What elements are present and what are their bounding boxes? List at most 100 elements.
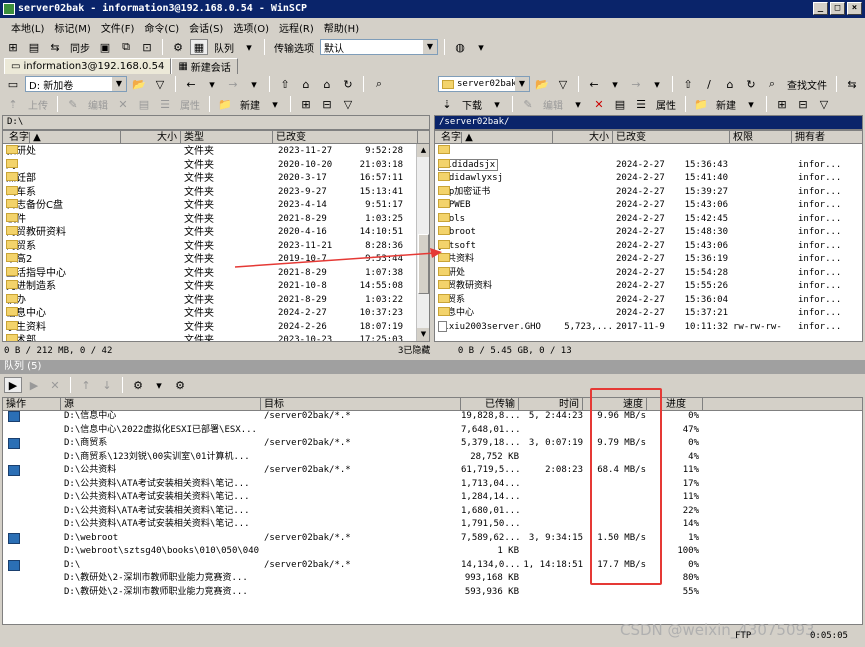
select-all-icon[interactable]: ⊞ bbox=[297, 96, 315, 112]
chevron-down-icon[interactable]: ▾ bbox=[606, 76, 624, 92]
properties-button[interactable]: 属性 bbox=[177, 97, 203, 112]
local-file-list[interactable]: 名字 ▲ 大小 类型 已改变 教研处文件夹2023-11-279:52:28刘文… bbox=[2, 130, 430, 342]
table-row[interactable]: ftp加密证书 2024-2-27 15:39:27 infor... bbox=[435, 185, 862, 200]
table-row[interactable]: yntsoft 2024-2-27 15:43:06 infor... bbox=[435, 239, 862, 254]
table-row[interactable]: 校办文件夹2021-8-291:03:22 bbox=[3, 293, 429, 308]
add-session-icon[interactable]: ⊞ bbox=[4, 39, 22, 55]
chevron-down-icon[interactable]: ▾ bbox=[472, 39, 490, 55]
queue-row[interactable]: D:\ /server02bak/*.* 14,134,0... 1, 14:18:5… bbox=[3, 559, 862, 573]
delete-icon[interactable]: ✕ bbox=[114, 96, 132, 112]
col-name[interactable]: 名字 ▲ bbox=[3, 131, 121, 144]
home-icon[interactable]: ⌂ bbox=[721, 76, 739, 92]
table-row[interactable]: 学生资料 文件夹 2024-2-26 18:07:19 bbox=[3, 320, 429, 335]
chevron-down-icon[interactable]: ▾ bbox=[266, 96, 284, 112]
menu-mark[interactable]: 标记(M) bbox=[49, 20, 95, 35]
table-row[interactable]: tools 2024-2-27 15:42:45 infor... bbox=[435, 212, 862, 227]
table-row[interactable]: webroot 2024-2-27 15:48:30 infor... bbox=[435, 226, 862, 240]
table-row[interactable]: 商贸教研资料 文件夹 2020-4-16 14:10:51 bbox=[3, 226, 429, 240]
chevron-down-icon[interactable]: ▾ bbox=[488, 96, 506, 112]
new-folder-icon[interactable]: 📁 bbox=[216, 96, 234, 112]
remote-file-list[interactable]: 名字 ▲ 大小 已改变 权限 拥有者 ..dididadsjx2024-2-27… bbox=[434, 130, 863, 342]
queue-row[interactable]: D:\信息中心/server02bak/*.* 19,828,8... 5, 2:4… bbox=[3, 410, 862, 424]
queue-row[interactable]: D:\webroot\sztsg40\books\010\050\040... 1… bbox=[3, 545, 862, 559]
filter-icon[interactable]: ▽ bbox=[554, 76, 572, 92]
queue-down-icon[interactable]: ↓ bbox=[98, 377, 116, 393]
root-dir-icon[interactable]: / bbox=[700, 76, 718, 92]
col-owner[interactable]: 拥有者 bbox=[792, 131, 862, 144]
new-button[interactable]: 新建 bbox=[713, 97, 739, 112]
find-files-icon[interactable]: ⌕ bbox=[370, 76, 388, 92]
table-row[interactable]: 信息中心 2024-2-27 15:37:21 infor... bbox=[435, 307, 862, 321]
refresh-icon[interactable]: ↻ bbox=[339, 76, 357, 92]
queue-row[interactable]: D:\公共资料\ATA考试安装相关资料\笔记... 1,284,14... 11% bbox=[3, 491, 862, 505]
queue-row[interactable]: D:\教研处\2-深圳市教师职业能力竞赛资... 993,168 KB 80% bbox=[3, 572, 862, 586]
queue-play-icon[interactable]: ▶ bbox=[25, 377, 43, 393]
table-row[interactable]: .. bbox=[435, 145, 862, 159]
menu-options[interactable]: 选项(O) bbox=[228, 20, 274, 35]
forward-icon[interactable]: → bbox=[627, 76, 645, 92]
queue-execute-icon[interactable]: ▶ bbox=[4, 377, 22, 393]
filter-icon[interactable]: ▽ bbox=[339, 96, 357, 112]
explore-icon[interactable]: ▤ bbox=[25, 39, 43, 55]
gear-icon[interactable]: ⚙ bbox=[171, 377, 189, 393]
select-all-icon[interactable]: ⊞ bbox=[773, 96, 791, 112]
download-icon[interactable]: ⇣ bbox=[438, 96, 456, 112]
scroll-down-icon[interactable]: ▼ bbox=[417, 328, 429, 341]
chevron-down-icon[interactable]: ▾ bbox=[203, 76, 221, 92]
queue-row[interactable]: D:\信息中心\2022虚拟化ESXI已部署\ESX... 7,648,01...… bbox=[3, 424, 862, 438]
back-icon[interactable]: ← bbox=[182, 76, 200, 92]
table-row[interactable]: 软件文件夹2021-8-291:03:25 bbox=[3, 212, 429, 227]
remote-folder-select[interactable]: server02bak ▼ bbox=[438, 76, 530, 92]
tab-new-session[interactable]: ▦ 新建会话 bbox=[171, 58, 238, 74]
table-row[interactable]: 汽车系 文件夹 2023-9-27 15:13:41 bbox=[3, 185, 429, 200]
minimize-button[interactable]: _ bbox=[813, 2, 828, 15]
menu-remote[interactable]: 远程(R) bbox=[274, 20, 319, 35]
queue-row[interactable]: D:\公共资料/server02bak/*.* 61,719,5... 2:08:2… bbox=[3, 464, 862, 478]
edit-button[interactable]: 编辑 bbox=[540, 97, 566, 112]
menu-command[interactable]: 命令(C) bbox=[139, 20, 184, 35]
chevron-down-icon[interactable]: ▾ bbox=[648, 76, 666, 92]
parent-dir-icon[interactable]: ⇧ bbox=[276, 76, 294, 92]
new-folder-icon[interactable]: 📁 bbox=[692, 96, 710, 112]
filter-icon[interactable]: ▽ bbox=[151, 76, 169, 92]
properties-icon[interactable]: ☰ bbox=[156, 96, 174, 112]
queue-settings-icon[interactable]: ⚙ bbox=[129, 377, 147, 393]
delete-icon[interactable]: ✕ bbox=[590, 96, 608, 112]
deselect-icon[interactable]: ⊟ bbox=[318, 96, 336, 112]
root-dir-icon[interactable]: ⌂ bbox=[297, 76, 315, 92]
tab-session[interactable]: ▭ information3@192.168.0.54 bbox=[4, 58, 172, 74]
local-drive-select[interactable]: D: 新加卷 ▼ bbox=[25, 76, 127, 92]
new-button[interactable]: 新建 bbox=[237, 97, 263, 112]
table-row[interactable]: PMPWEB 2024-2-27 15:43:06 infor... bbox=[435, 199, 862, 213]
scroll-up-icon[interactable]: ▲ bbox=[417, 144, 429, 157]
maximize-button[interactable]: □ bbox=[830, 2, 845, 15]
table-row[interactable]: dididadsjx 2024-2-27 15:36:43 infor... bbox=[435, 158, 862, 173]
edit-button[interactable]: 编辑 bbox=[85, 97, 111, 112]
edit-icon[interactable]: ✎ bbox=[64, 96, 82, 112]
col-name[interactable]: 名字 ▲ bbox=[435, 131, 553, 144]
properties-icon[interactable]: ☰ bbox=[632, 96, 650, 112]
table-row[interactable]: 烹饪部 文件夹 2020-3-17 16:57:11 bbox=[3, 172, 429, 186]
queue-row[interactable]: D:\公共资料\ATA考试安装相关资料\笔记... 1,713,04... 17% bbox=[3, 478, 862, 492]
globe-icon[interactable]: ◍ bbox=[451, 39, 469, 55]
console-icon[interactable]: ▣ bbox=[96, 39, 114, 55]
queue-row[interactable]: D:\商贸系/server02bak/*.* 5,379,18... 3, 0:07… bbox=[3, 437, 862, 451]
col-rights[interactable]: 权限 bbox=[730, 131, 792, 144]
col-size[interactable]: 大小 bbox=[553, 131, 613, 144]
edit-icon[interactable]: ✎ bbox=[519, 96, 537, 112]
rename-icon[interactable]: ▤ bbox=[135, 96, 153, 112]
col-size[interactable]: 大小 bbox=[121, 131, 181, 144]
chevron-down-icon[interactable]: ▾ bbox=[742, 96, 760, 112]
table-row[interactable]: 先进制造系 文件夹 2021-10-8 14:55:08 bbox=[3, 280, 429, 294]
parent-dir-icon[interactable]: ⇧ bbox=[679, 76, 697, 92]
queue-row[interactable]: D:\公共资料\ATA考试安装相关资料\笔记... 1,791,50... 14% bbox=[3, 518, 862, 532]
col-changed[interactable]: 已改变 bbox=[613, 131, 730, 144]
transfer-preset-select[interactable]: 默认 ▼ bbox=[320, 39, 438, 55]
queue-list[interactable]: 操作 源 目标 已传输 时间 速度 进度 D:\信息中心/server02bak… bbox=[2, 397, 863, 625]
table-row[interactable]: 刘文件夹2020-10-2021:03:18 bbox=[3, 158, 429, 173]
table-row[interactable]: 信息中心 文件夹 2024-2-27 10:37:23 bbox=[3, 307, 429, 321]
find-files-icon[interactable]: ⌕ bbox=[763, 76, 781, 92]
table-row[interactable]: dididawlyxsj 2024-2-27 15:41:40 infor... bbox=[435, 172, 862, 186]
open-folder-icon[interactable]: 📂 bbox=[533, 76, 551, 92]
rename-icon[interactable]: ▤ bbox=[611, 96, 629, 112]
